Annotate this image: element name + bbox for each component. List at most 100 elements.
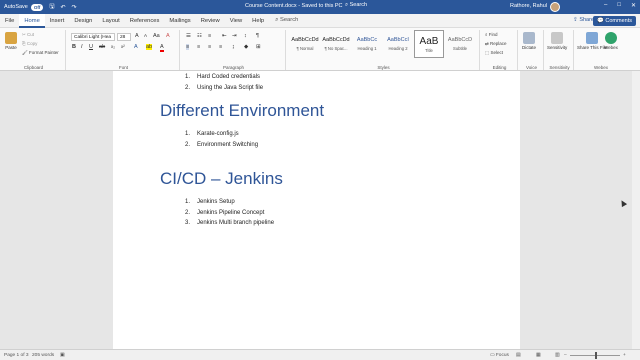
styles-label: Styles	[377, 65, 390, 70]
share-file-button[interactable]: Share This File	[577, 32, 607, 50]
cut-button[interactable]: ✂ Cut	[22, 32, 34, 38]
proofing-icon[interactable]: ▣	[60, 353, 65, 358]
format-painter-button[interactable]: 🖌 Format Painter	[22, 50, 59, 56]
tab-references[interactable]: References	[125, 14, 165, 28]
strikethrough-icon[interactable]: ab	[99, 44, 105, 50]
webex-button[interactable]: Webex	[604, 32, 618, 50]
decrease-indent-icon[interactable]: ⇤	[222, 33, 227, 39]
subscript-icon[interactable]: x₂	[111, 44, 115, 49]
zoom-in-icon[interactable]: +	[623, 353, 626, 358]
list-text: Jenkins Pipeline Concept	[197, 210, 265, 216]
share-button[interactable]: ⇪ Share	[573, 17, 594, 23]
font-group: Calibri Light (Hea 28 A A Aa A B I U ab …	[68, 30, 180, 70]
style-normal[interactable]: AaBbCcDd ¶ Normal	[290, 30, 320, 58]
style-title[interactable]: AaB Title	[414, 30, 444, 58]
align-left-icon[interactable]: ≡	[186, 44, 190, 50]
cut-label: Cut	[27, 32, 35, 37]
font-color-icon[interactable]: A	[160, 44, 164, 52]
italic-icon[interactable]: I	[81, 44, 83, 50]
list-text: Environment Switching	[197, 142, 259, 148]
tab-help[interactable]: Help	[247, 14, 269, 28]
vertical-scrollbar[interactable]	[632, 71, 640, 349]
increase-indent-icon[interactable]: ⇥	[232, 33, 237, 39]
show-marks-icon[interactable]: ¶	[256, 33, 259, 39]
shrink-font-icon[interactable]: A	[144, 33, 147, 38]
word-count[interactable]: 205 words	[32, 353, 54, 358]
sort-icon[interactable]: ↕	[244, 33, 247, 39]
list-item: 2. Environment Switching	[185, 142, 258, 148]
style-heading-2[interactable]: AaBbCcI Heading 2	[383, 30, 413, 58]
paragraph-label: Paragraph	[222, 65, 244, 70]
minimize-icon[interactable]: –	[604, 2, 607, 9]
autosave-toggle[interactable]: Off	[30, 3, 44, 11]
superscript-icon[interactable]: x²	[121, 44, 125, 49]
clear-formatting-icon[interactable]: A	[166, 33, 170, 39]
tab-review[interactable]: Review	[196, 14, 225, 28]
style-heading-1[interactable]: AaBbCc Heading 1	[352, 30, 382, 58]
numbering-icon[interactable]: ☷	[197, 33, 202, 39]
zoom-slider-knob[interactable]	[595, 352, 597, 359]
font-size-select[interactable]: 28	[117, 33, 131, 41]
dictate-label: Dictate	[522, 45, 537, 50]
find-label: Find	[488, 32, 498, 37]
list-number: 1.	[185, 74, 191, 80]
borders-icon[interactable]: ⊞	[256, 44, 261, 50]
align-right-icon[interactable]: ≡	[208, 44, 211, 50]
style-no-spacing-name: ¶ No Spac...	[324, 46, 348, 51]
multilevel-list-icon[interactable]: ≡	[208, 33, 211, 39]
grow-font-icon[interactable]: A	[135, 33, 139, 39]
print-layout-icon[interactable]: ▦	[536, 353, 541, 358]
ribbon-tabs: File Home Insert Design Layout Reference…	[0, 13, 640, 28]
line-spacing-icon[interactable]: ↨	[232, 44, 235, 50]
read-mode-icon[interactable]: ▤	[516, 353, 521, 358]
highlight-icon[interactable]: ab	[146, 44, 153, 50]
bold-icon[interactable]: B	[72, 44, 76, 50]
webex-label: Webex	[594, 65, 608, 70]
change-case-icon[interactable]: Aa	[153, 33, 160, 39]
list-item: 1. Jenkins Setup	[185, 199, 235, 205]
focus-mode-button[interactable]: ▭ Focus	[490, 353, 509, 358]
style-no-spacing[interactable]: AaBbCcDd ¶ No Spac...	[321, 30, 351, 58]
tab-home[interactable]: Home	[19, 13, 45, 28]
paste-button[interactable]: Paste	[5, 32, 17, 50]
tell-me-search[interactable]: ⌕ Search	[275, 17, 298, 24]
list-text: Karate-config.js	[197, 131, 239, 137]
title-search[interactable]: ⌕ Search	[345, 2, 367, 9]
sensitivity-button[interactable]: Sensitivity	[547, 32, 567, 50]
tab-insert[interactable]: Insert	[45, 14, 70, 28]
zoom-out-icon[interactable]: –	[564, 353, 567, 358]
replace-button[interactable]: ⇄ Replace	[485, 41, 507, 47]
web-layout-icon[interactable]: ▥	[555, 353, 560, 358]
tab-file[interactable]: File	[0, 14, 19, 28]
document-page[interactable]: 1. Hard Coded credentials 2. Using the Jav…	[113, 71, 520, 349]
shading-icon[interactable]: ◆	[244, 44, 248, 50]
close-icon[interactable]: ✕	[631, 2, 636, 9]
style-subtitle[interactable]: AaBbCcD Subtitle	[445, 30, 475, 58]
redo-icon[interactable]: ↷	[72, 4, 77, 11]
underline-icon[interactable]: U	[89, 44, 93, 50]
undo-icon[interactable]: ↶	[60, 4, 65, 11]
voice-group: Dictate Voice	[520, 30, 544, 70]
webex-group: Share This File Webex Webex	[576, 30, 626, 70]
page-count[interactable]: Page 1 of 3	[4, 353, 29, 358]
tab-design[interactable]: Design	[69, 14, 97, 28]
find-button[interactable]: ⌕ Find	[485, 32, 498, 37]
comments-button[interactable]: 💬 Comments	[593, 16, 636, 26]
bullets-icon[interactable]: ☰	[186, 33, 191, 39]
dictate-button[interactable]: Dictate	[522, 32, 536, 50]
user-name[interactable]: Rathore, Rahul	[510, 3, 547, 9]
tab-mailings[interactable]: Mailings	[164, 14, 195, 28]
save-icon[interactable]: 🖫	[49, 2, 54, 12]
tab-view[interactable]: View	[225, 14, 247, 28]
maximize-icon[interactable]: □	[617, 2, 621, 9]
copy-button[interactable]: ⎘ Copy	[22, 41, 37, 46]
align-center-icon[interactable]: ≡	[197, 44, 200, 50]
select-button[interactable]: ⬚ Select	[485, 50, 503, 56]
tab-layout[interactable]: Layout	[97, 14, 124, 28]
text-effects-icon[interactable]: A	[134, 44, 138, 50]
avatar[interactable]	[550, 2, 560, 12]
editing-group: ⌕ Find ⇄ Replace ⬚ Select Editing	[482, 30, 518, 70]
justify-icon[interactable]: ≡	[219, 44, 222, 50]
font-family-select[interactable]: Calibri Light (Hea	[71, 33, 115, 41]
webex-button-label: Webex	[604, 45, 618, 50]
